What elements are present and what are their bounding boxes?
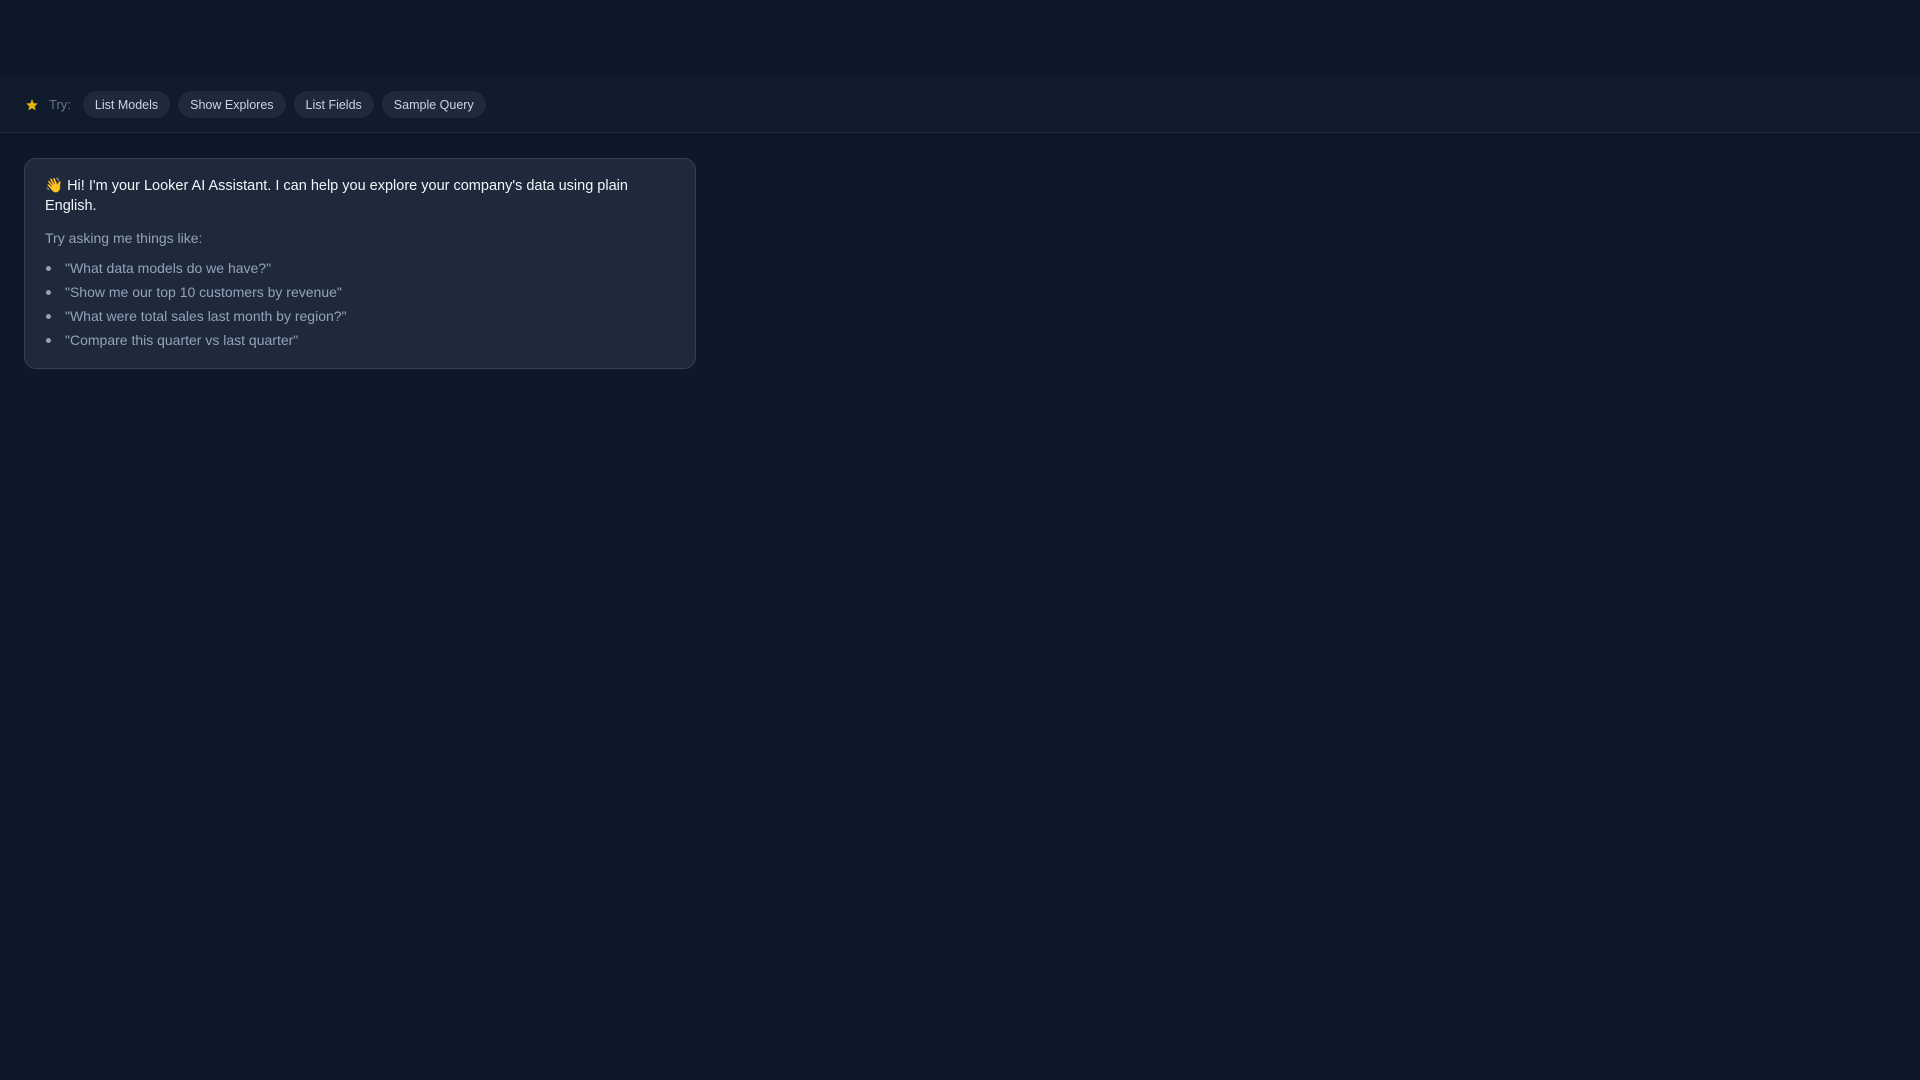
chip-sample-query[interactable]: Sample Query (381, 91, 486, 118)
suggestion-item: "Show me our top 10 customers by revenue… (45, 280, 675, 304)
assistant-message: 👋 Hi! I'm your Looker AI Assistant. I ca… (24, 158, 696, 369)
suggestion-list: "What data models do we have?" "Show me … (45, 256, 675, 352)
suggestion-item: "What data models do we have?" (45, 256, 675, 280)
chip-list-fields[interactable]: List Fields (293, 91, 374, 118)
chat-area: 👋 Hi! I'm your Looker AI Assistant. I ca… (0, 133, 1920, 394)
suggestion-item: "Compare this quarter vs last quarter" (45, 328, 675, 352)
top-header-area (0, 0, 1920, 77)
suggestion-item: "What were total sales last month by reg… (45, 304, 675, 328)
quick-actions-bar: Try: List Models Show Explores List Fiel… (0, 77, 1920, 133)
chip-show-explores[interactable]: Show Explores (178, 91, 286, 118)
prompt-intro: Try asking me things like: (45, 230, 203, 246)
greeting-text: 👋 Hi! I'm your Looker AI Assistant. I ca… (45, 178, 628, 214)
try-label: Try: (49, 97, 71, 112)
chip-list-models[interactable]: List Models (82, 91, 171, 118)
star-icon (25, 98, 39, 112)
